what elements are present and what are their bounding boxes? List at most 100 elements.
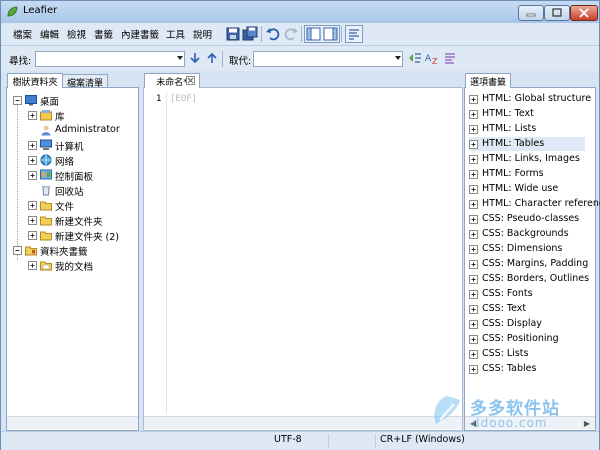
chevron-down-icon[interactable] [177, 56, 183, 60]
close-icon [579, 8, 589, 18]
snippet-item-label: CSS: Display [482, 318, 542, 329]
tab-folder-tree[interactable]: 樹狀資料夾 [7, 73, 63, 88]
svg-text:Z: Z [432, 57, 438, 66]
network-icon [40, 154, 52, 166]
replace-all-icon[interactable]: A Z [424, 50, 440, 66]
desktop-icon [25, 95, 37, 106]
undo-icon[interactable] [265, 26, 281, 42]
expand-icon[interactable] [469, 365, 478, 374]
expand-icon[interactable] [469, 335, 478, 344]
maximize-button[interactable] [544, 5, 570, 21]
expand-icon[interactable] [469, 275, 478, 284]
left-panel-toggle-icon[interactable] [306, 27, 321, 41]
expand-icon[interactable] [469, 215, 478, 224]
tab-document[interactable]: 未命名* [144, 73, 200, 88]
tree-item-label: 文件 [55, 202, 75, 213]
expand-icon[interactable] [469, 185, 478, 194]
menu-help[interactable]: 說明 [193, 27, 212, 41]
save-icon[interactable] [225, 26, 241, 42]
menu-file[interactable]: 檔案 [13, 27, 32, 41]
expand-icon[interactable] [469, 125, 478, 134]
chevron-down-icon[interactable] [395, 56, 401, 60]
expand-icon[interactable] [469, 305, 478, 314]
tree-item-label: 回收站 [55, 187, 84, 198]
expand-icon[interactable] [469, 245, 478, 254]
snippet-item-label: CSS: Dimensions [482, 243, 563, 254]
line-ending-status[interactable]: CR+LF (Windows) [380, 434, 465, 445]
status-bar: UTF-8 CR+LF (Windows) [1, 431, 599, 450]
snippet-item-label: CSS: Pseudo-classes [482, 213, 580, 224]
recycle-bin-icon [42, 186, 50, 196]
expand-icon[interactable] [469, 230, 478, 239]
folder-icon [40, 201, 52, 211]
menu-view[interactable]: 檢視 [67, 27, 86, 41]
expand-icon[interactable] [469, 155, 478, 164]
expand-icon[interactable] [469, 320, 478, 329]
snippet-item-label: CSS: Fonts [482, 288, 533, 299]
expand-icon[interactable] [469, 95, 478, 104]
layout-toggle-group [304, 25, 340, 43]
expand-icon[interactable] [469, 140, 478, 149]
watermark-url: ddooo.com [472, 416, 548, 430]
snippet-item-label: HTML: Lists [482, 123, 537, 134]
expand-icon[interactable] [28, 156, 37, 165]
expand-icon[interactable] [469, 110, 478, 119]
replace-icon[interactable] [407, 50, 423, 66]
close-tab-icon[interactable] [186, 76, 195, 85]
save-all-icon[interactable] [242, 26, 258, 42]
horizontal-scrollbar[interactable] [7, 416, 138, 429]
bookmark-folder-icon [25, 246, 37, 256]
find-previous-icon[interactable] [206, 51, 218, 65]
snippet-item-label: HTML: Character referenc [482, 198, 600, 209]
menu-edit[interactable]: 编輯 [40, 27, 59, 41]
status-divider [328, 434, 329, 447]
gutter-divider [166, 92, 167, 414]
snippet-item-label: HTML: Tables [482, 138, 545, 149]
editor-panel[interactable]: 1 [EOF] [143, 87, 463, 431]
library-icon [40, 110, 52, 121]
expand-icon[interactable] [28, 111, 37, 120]
snippet-item-label: CSS: Text [482, 303, 527, 314]
word-wrap-button[interactable] [345, 25, 363, 43]
expand-icon[interactable] [469, 260, 478, 269]
expand-icon[interactable] [28, 171, 37, 180]
watermark-logo-icon [434, 396, 460, 424]
tree-item-label: Administrator [55, 124, 120, 135]
maximize-icon [552, 8, 562, 17]
menu-bookmarks[interactable]: 書籤 [94, 27, 113, 41]
tab-snippets[interactable]: 選項書籤 [465, 73, 511, 88]
snippet-item-label: HTML: Wide use [482, 183, 559, 194]
expand-icon[interactable] [28, 201, 37, 210]
expand-icon[interactable] [469, 170, 478, 179]
minimize-button[interactable] [518, 5, 544, 21]
right-panel-toggle-icon[interactable] [323, 27, 338, 41]
close-button[interactable] [570, 5, 598, 21]
expand-icon[interactable] [28, 216, 37, 225]
tree-item-label: 库 [55, 112, 65, 123]
redo-icon[interactable] [283, 26, 299, 42]
expand-icon[interactable] [469, 290, 478, 299]
snippet-item[interactable]: HTML: Tables [469, 137, 585, 151]
expand-icon[interactable] [469, 350, 478, 359]
encoding-status[interactable]: UTF-8 [274, 434, 302, 445]
find-next-icon[interactable] [189, 51, 201, 65]
find-input[interactable] [35, 51, 185, 67]
horizontal-scrollbar[interactable] [144, 416, 462, 429]
tree-item-label: 桌面 [40, 97, 60, 108]
find-label: 尋找: [9, 56, 32, 67]
replace-input[interactable] [253, 51, 403, 67]
documents-icon [40, 261, 52, 271]
title-bar[interactable]: Leafier [1, 1, 599, 23]
tree-item-label: 我的文档 [55, 262, 94, 273]
expand-icon[interactable] [28, 261, 37, 270]
toolbar-separator [301, 26, 302, 42]
replace-label: 取代: [229, 56, 252, 67]
menu-tools[interactable]: 工具 [166, 27, 185, 41]
menu-builtin-bookmarks[interactable]: 內建書籤 [121, 27, 159, 41]
replace-options-icon[interactable] [442, 50, 458, 66]
expand-icon[interactable] [469, 200, 478, 209]
expand-icon[interactable] [28, 141, 37, 150]
expand-icon[interactable] [28, 231, 37, 240]
collapse-icon[interactable] [13, 96, 22, 105]
collapse-icon[interactable] [13, 246, 22, 255]
